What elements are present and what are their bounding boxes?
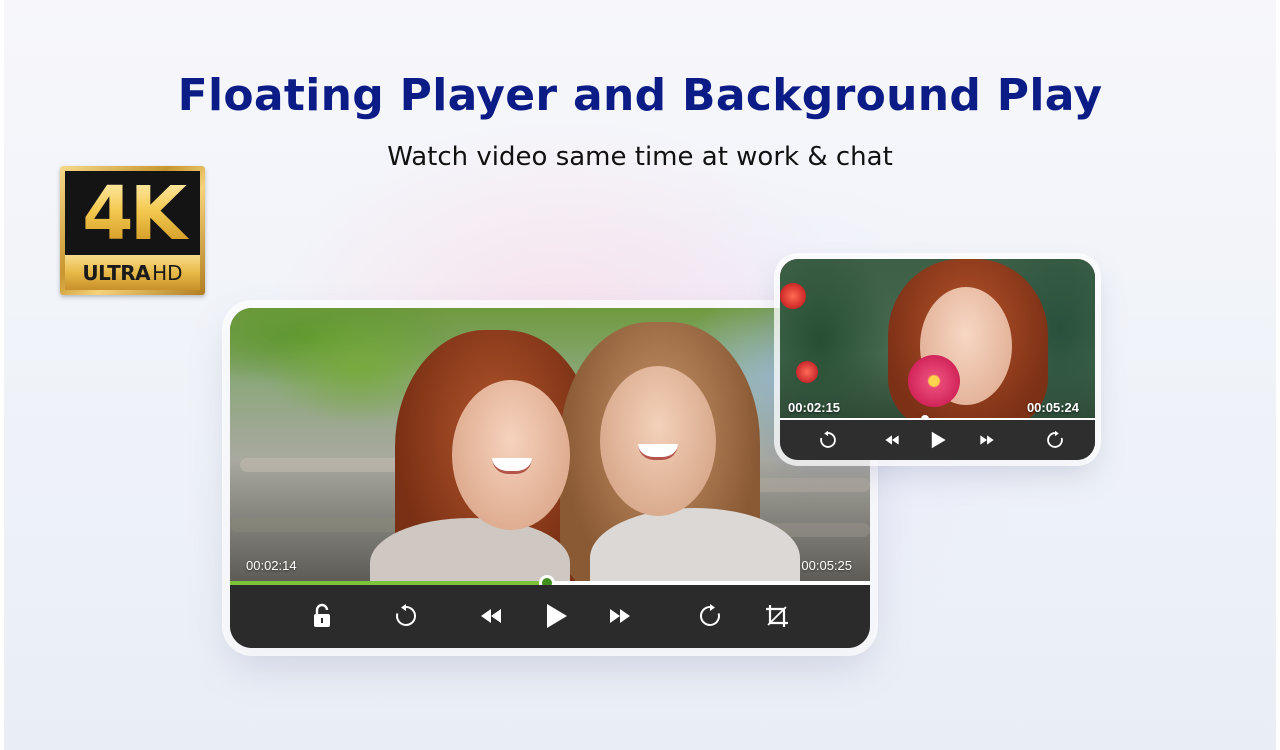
lock-icon [314, 603, 330, 627]
floating-rewind-10-button[interactable] [817, 429, 839, 451]
rewind-10-icon [396, 604, 417, 626]
lock-button[interactable] [307, 601, 337, 631]
floating-forward-10-button[interactable] [1044, 429, 1066, 451]
rewind-10-button[interactable] [391, 601, 421, 631]
play-button[interactable] [540, 600, 572, 632]
crop-button[interactable] [762, 601, 792, 631]
floating-video-player[interactable]: 00:02:15 00:05:24 [780, 259, 1095, 460]
skip-back-icon [885, 435, 899, 445]
badge-4k-text: 4K [65, 175, 200, 253]
total-time-label: 00:05:25 [801, 558, 852, 573]
pink-flower [908, 355, 960, 407]
skip-forward-icon [610, 609, 630, 623]
floating-play-button[interactable] [927, 429, 949, 451]
badge-ultra-hd-bar: ULTRA HD [65, 255, 200, 290]
badge-inner: 4K ULTRA HD [65, 171, 200, 290]
main-video-frame[interactable]: 00:02:14 00:05:25 [230, 308, 870, 584]
red-flower [796, 361, 818, 383]
floating-video-frame[interactable]: 00:02:15 00:05:24 [780, 259, 1095, 419]
floating-total-time-label: 00:05:24 [1026, 400, 1079, 415]
play-icon [931, 431, 946, 449]
page-title: Floating Player and Background Play [177, 70, 1103, 121]
player-controls-bar [230, 585, 870, 648]
forward-10-icon [699, 604, 720, 626]
skip-back-icon [481, 609, 501, 623]
current-time-label: 00:02:14 [246, 558, 297, 573]
rewind-10-icon [820, 430, 836, 448]
person-left-face [452, 380, 570, 530]
person-right-face [600, 366, 716, 516]
4k-ultra-hd-badge: 4K ULTRA HD [60, 166, 205, 295]
badge-ultra-text: ULTRA [82, 260, 151, 285]
floating-current-time-label: 00:02:15 [788, 400, 841, 415]
forward-10-button[interactable] [695, 601, 725, 631]
floating-skip-forward-button[interactable] [976, 429, 998, 451]
floating-controls-bar [780, 420, 1095, 460]
floating-skip-back-button[interactable] [881, 429, 903, 451]
main-video-player[interactable]: 00:02:14 00:05:25 [230, 308, 870, 648]
skip-forward-icon [980, 435, 994, 445]
forward-10-icon [1047, 430, 1063, 448]
play-icon [547, 604, 567, 628]
badge-hd-text: HD [152, 260, 183, 285]
red-flower [780, 283, 806, 309]
skip-back-button[interactable] [476, 601, 506, 631]
crop-icon [766, 605, 788, 627]
skip-forward-button[interactable] [605, 601, 635, 631]
